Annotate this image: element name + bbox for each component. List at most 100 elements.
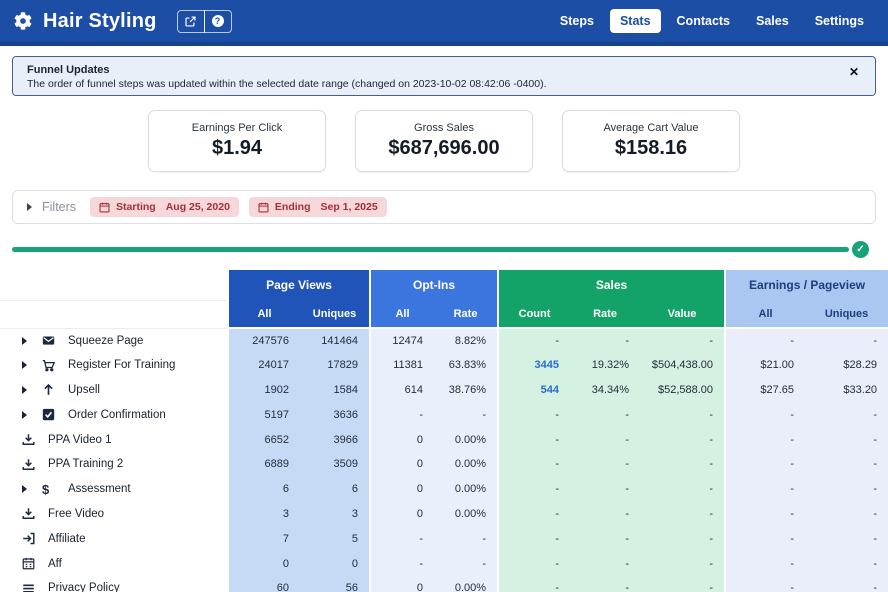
tab-stats[interactable]: Stats (610, 9, 661, 33)
stat-card-average-cart-value: Average Cart Value $158.16 (562, 110, 740, 172)
data-cell: 3509 (300, 452, 370, 477)
sign-in-icon (22, 531, 39, 547)
filters-bar[interactable]: Filters Starting Aug 25, 2020 Ending Sep… (12, 190, 876, 224)
funnel-step-label: Aff (0, 551, 228, 576)
data-cell: - (805, 328, 888, 353)
cart-icon (42, 357, 59, 373)
funnel-step-label: Free Video (0, 502, 228, 527)
data-cell: - (570, 402, 640, 427)
data-cell: - (805, 526, 888, 551)
funnel-step-label: Squeeze Page (0, 328, 228, 353)
table-row: Free Video3300.00%----- (0, 502, 888, 527)
data-cell: 19.32% (570, 353, 640, 378)
data-cell: 0.00% (434, 477, 498, 502)
column-header-earnings-pageview-all: All (725, 300, 805, 328)
data-cell: 6652 (228, 427, 300, 452)
open-funnel-button[interactable] (177, 10, 205, 33)
badge-value: Aug 25, 2020 (166, 201, 230, 213)
step-name: Affiliate (48, 533, 86, 545)
data-cell: - (434, 551, 498, 576)
data-cell: - (498, 502, 570, 527)
data-cell: 17829 (300, 353, 370, 378)
table-row: Affiliate75------- (0, 526, 888, 551)
sales-count-link[interactable]: 3445 (535, 359, 559, 371)
expand-caret-icon[interactable] (22, 361, 42, 369)
step-name: Aff (48, 558, 62, 570)
step-name: Upsell (68, 384, 100, 396)
progress-row: ✓ (12, 240, 876, 258)
table-row: Order Confirmation51973636------- (0, 402, 888, 427)
funnel-step-label: PPA Video 1 (0, 427, 228, 452)
data-cell: - (498, 427, 570, 452)
data-cell: $33.20 (805, 378, 888, 403)
data-cell: 0 (228, 551, 300, 576)
data-cell: - (640, 452, 725, 477)
expand-caret-icon[interactable] (22, 386, 42, 394)
expand-caret-icon[interactable] (22, 411, 42, 419)
column-header-earnings-pageview-uniques: Uniques (805, 300, 888, 328)
data-cell: - (725, 427, 805, 452)
dollar-icon: $ (42, 481, 59, 497)
data-cell: 56 (300, 576, 370, 592)
data-cell: 0.00% (434, 502, 498, 527)
tab-settings[interactable]: Settings (805, 9, 874, 33)
starting-date-badge[interactable]: Starting Aug 25, 2020 (90, 197, 239, 217)
data-cell: - (570, 452, 640, 477)
data-cell: - (498, 452, 570, 477)
ending-date-badge[interactable]: Ending Sep 1, 2025 (249, 197, 387, 217)
tab-sales[interactable]: Sales (746, 9, 799, 33)
data-cell: 0 (370, 477, 434, 502)
navbar-left: Hair Styling ? (14, 10, 232, 33)
data-cell: - (725, 477, 805, 502)
data-cell: - (805, 427, 888, 452)
download-icon (22, 432, 39, 448)
data-cell: - (725, 526, 805, 551)
column-header-page-views-all: All (228, 300, 300, 328)
gear-icon (14, 11, 34, 31)
data-cell: 3966 (300, 427, 370, 452)
data-cell: - (370, 526, 434, 551)
funnel-step-label: Upsell (0, 378, 228, 403)
data-cell: 11381 (370, 353, 434, 378)
stat-cards: Earnings Per Click $1.94 Gross Sales $68… (0, 110, 888, 172)
data-cell: - (434, 526, 498, 551)
header-button-group: ? (177, 10, 232, 33)
progress-bar (12, 247, 849, 252)
data-cell: 3 (228, 502, 300, 527)
list-icon (22, 580, 39, 592)
data-cell: 3636 (300, 402, 370, 427)
download-icon (22, 456, 39, 472)
table-row: Privacy Policy605600.00%----- (0, 576, 888, 592)
app-root: Hair Styling ? Steps Stats Contacts Sale… (0, 0, 888, 592)
funnel-step-label: Affiliate (0, 526, 228, 551)
data-cell: - (805, 576, 888, 592)
data-cell: 614 (370, 378, 434, 403)
tab-contacts[interactable]: Contacts (667, 9, 740, 33)
data-cell: $504,438.00 (640, 353, 725, 378)
data-cell: 34.34% (570, 378, 640, 403)
expand-caret-icon[interactable] (22, 485, 42, 493)
data-cell: 0 (370, 502, 434, 527)
data-cell: - (725, 402, 805, 427)
tab-steps[interactable]: Steps (550, 9, 604, 33)
data-cell: 6 (228, 477, 300, 502)
data-cell: - (498, 402, 570, 427)
data-cell: 63.83% (434, 353, 498, 378)
data-cell: 60 (228, 576, 300, 592)
data-cell: $52,588.00 (640, 378, 725, 403)
close-icon[interactable]: ✕ (845, 64, 863, 80)
data-cell: - (640, 526, 725, 551)
step-name: Register For Training (68, 359, 175, 371)
funnel-step-label: $Assessment (0, 477, 228, 502)
data-cell: 0 (370, 427, 434, 452)
data-cell: 247576 (228, 328, 300, 353)
data-cell: - (640, 402, 725, 427)
badge-label: Ending (275, 201, 311, 213)
stat-value: $1.94 (149, 137, 325, 160)
column-group-sales: Sales (498, 270, 725, 300)
help-button[interactable]: ? (204, 10, 232, 33)
data-cell: 141464 (300, 328, 370, 353)
expand-caret-icon[interactable] (22, 337, 42, 345)
column-group-earnings-pageview: Earnings / Pageview (725, 270, 888, 300)
sales-count-link[interactable]: 544 (541, 384, 559, 396)
